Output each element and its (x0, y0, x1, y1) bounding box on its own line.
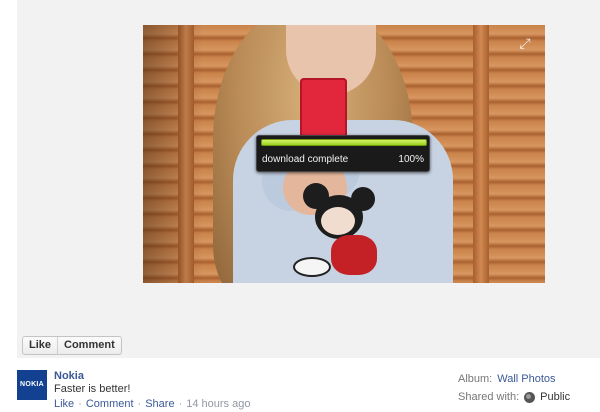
album-label: Album: (458, 373, 493, 385)
post-footer: NOKIA Nokia Faster is better! Like · Com… (0, 360, 600, 412)
like-button[interactable]: Like (23, 337, 57, 354)
meta-share-link[interactable]: Share (145, 398, 174, 410)
post-message: Faster is better! (54, 383, 131, 395)
meta-comment-link[interactable]: Comment (86, 398, 134, 410)
expand-icon[interactable]: ⤢ (517, 35, 533, 51)
shared-with-label: Shared with: (458, 391, 520, 403)
privacy-value[interactable]: Public (540, 391, 570, 403)
album-link[interactable]: Wall Photos (497, 373, 555, 385)
download-status: download complete (262, 154, 349, 165)
download-progress-bar (261, 139, 427, 146)
post-timestamp[interactable]: 14 hours ago (186, 398, 250, 410)
avatar[interactable]: NOKIA (17, 370, 47, 400)
photo-phone (300, 78, 347, 138)
globe-icon (524, 391, 536, 403)
meta-like-link[interactable]: Like (54, 398, 74, 410)
post-info: Album: Wall Photos Shared with: Public (458, 370, 570, 406)
author-link[interactable]: Nokia (54, 370, 84, 382)
download-overlay: download complete 100% (256, 135, 430, 172)
photo-actions: Like Comment (22, 336, 122, 355)
download-percent: 100% (398, 154, 424, 165)
post-meta: Like · Comment · Share · 14 hours ago (54, 398, 251, 410)
comment-button[interactable]: Comment (57, 337, 121, 354)
